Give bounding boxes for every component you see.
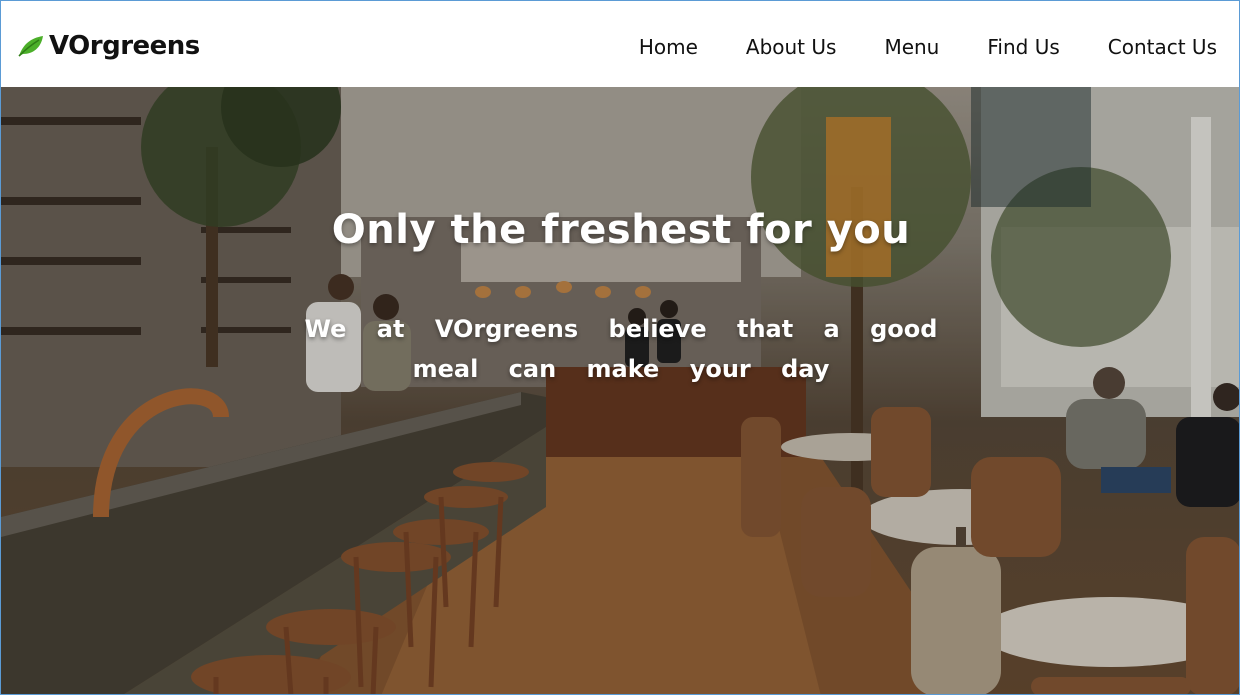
nav-link-about-us[interactable]: About Us [746,35,837,59]
hero-overlay [1,87,1239,694]
main-nav: Home About Us Menu Find Us Contact Us [591,35,1217,59]
nav-link-contact-us[interactable]: Contact Us [1108,35,1217,59]
hero-headline: Only the freshest for you [331,207,911,253]
brand-name: VOrgreens [49,31,200,61]
hero-tagline: We at VOrgreens believe that a good meal… [304,315,938,383]
leaf-icon [18,36,43,57]
page-frame: VOrgreens Home About Us Menu Find Us Con… [0,0,1240,695]
nav-link-home[interactable]: Home [639,35,698,59]
nav-link-find-us[interactable]: Find Us [987,35,1059,59]
hero-section: Only the freshest for you We at VOrgreen… [1,87,1239,694]
site-header: VOrgreens Home About Us Menu Find Us Con… [1,1,1239,87]
nav-link-menu[interactable]: Menu [884,35,939,59]
brand-logo[interactable]: VOrgreens [17,31,200,61]
